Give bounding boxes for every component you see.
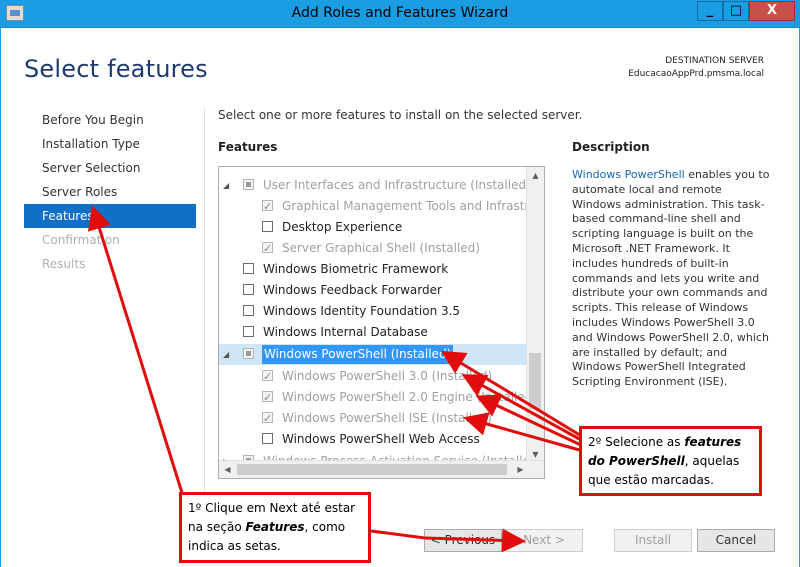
callout-step-2: 2º Selecione as features do PowerShell, …: [579, 426, 762, 496]
arrow-to-features-nav: [87, 205, 185, 497]
arrow-to-powershell: [440, 350, 584, 439]
arrow-to-powershell-ise: [463, 412, 584, 453]
callout-1-text-bold: Features: [245, 520, 305, 534]
arrow-to-powershell-3: [461, 374, 584, 443]
arrow-to-next-button: [424, 528, 526, 553]
arrow-connector: [370, 529, 426, 540]
callout-2-text-prefix: 2º Selecione as: [588, 435, 685, 449]
callout-step-1: 1º Clique em Next até estar na seção Fea…: [179, 492, 371, 563]
